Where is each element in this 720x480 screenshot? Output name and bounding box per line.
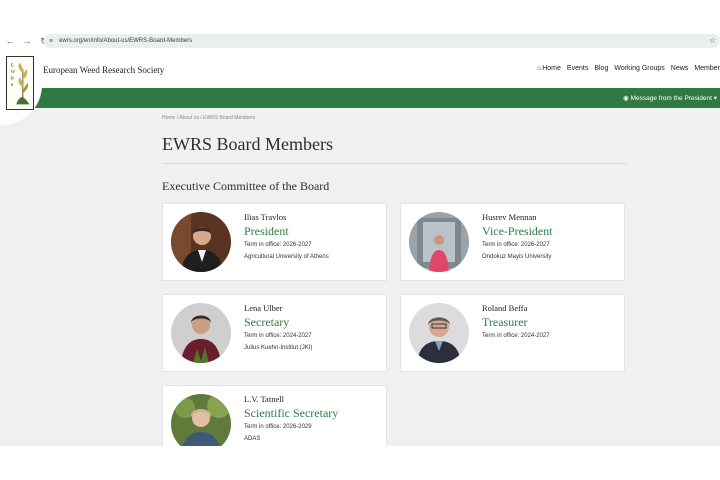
- site-settings-icon[interactable]: ≡: [49, 38, 53, 45]
- page-title: EWRS Board Members: [162, 134, 333, 154]
- member-role: Scientific Secretary: [244, 406, 339, 420]
- member-card[interactable]: Roland Beffa Treasurer Term in office: 2…: [400, 294, 625, 372]
- main-content: Home / About us / EWRS Board Members EWR…: [0, 108, 720, 446]
- nav-item-member[interactable]: Member: [694, 65, 720, 72]
- member-name: Husrev Mennan: [482, 212, 537, 222]
- ewrs-logo[interactable]: E W R S: [6, 56, 34, 110]
- member-card[interactable]: Ilias Travlos President Term in office: …: [162, 203, 387, 281]
- president-message-link[interactable]: ◉ Message from the President ▾: [623, 94, 717, 102]
- member-term: Term in office: 2026-2027: [244, 242, 312, 248]
- member-photo: [171, 212, 231, 272]
- member-name: Ilias Travlos: [244, 212, 287, 222]
- nav-item-working-groups[interactable]: Working Groups: [614, 65, 664, 72]
- caret-down-icon: ▾: [713, 95, 717, 102]
- member-role: Treasurer: [482, 315, 528, 329]
- logo-letter: E: [11, 63, 14, 68]
- member-photo: [171, 303, 231, 363]
- logo-graphic: E W R S: [11, 62, 30, 105]
- browser-toolbar: ← → ↻ ≡ ewrs.org/en/info/About-us/EWRS-B…: [0, 32, 720, 50]
- member-role: President: [244, 224, 289, 238]
- member-term: Term in office: 2024-2027: [482, 333, 550, 339]
- logo-letter: W: [11, 70, 16, 75]
- nav-item-news[interactable]: News: [671, 65, 689, 72]
- member-role: Vice-President: [482, 224, 553, 238]
- member-organization: ADAS: [244, 436, 261, 442]
- member-card[interactable]: Husrev Mennan Vice-President Term in off…: [400, 203, 625, 281]
- green-subnav-bar: ◉ Message from the President ▾: [0, 88, 720, 108]
- nav-item-blog[interactable]: Blog: [594, 65, 608, 72]
- bottom-margin: [0, 446, 720, 480]
- top-margin: [0, 0, 720, 32]
- breadcrumb-home[interactable]: Home: [162, 115, 175, 121]
- member-name: Roland Beffa: [482, 303, 528, 313]
- member-name: Lena Ulber: [244, 303, 283, 313]
- member-name: L.V. Tatnell: [244, 394, 284, 404]
- main-navigation: ⌂Home Events Blog Working Groups News Me…: [537, 65, 720, 72]
- nav-item-events[interactable]: Events: [567, 65, 588, 72]
- home-icon: ⌂: [537, 65, 542, 72]
- member-term: Term in office: 2026-2027: [482, 242, 550, 248]
- site-title[interactable]: European Weed Research Society: [43, 65, 164, 75]
- nav-label: Home: [542, 65, 561, 72]
- member-card[interactable]: L.V. Tatnell Scientific Secretary Term i…: [162, 385, 387, 446]
- breadcrumb-about-us[interactable]: About us: [179, 115, 199, 121]
- member-photo: [409, 212, 469, 272]
- address-bar[interactable]: ≡ ewrs.org/en/info/About-us/EWRS-Board-M…: [44, 34, 720, 48]
- member-photo: [171, 394, 231, 446]
- section-title: Executive Committee of the Board: [162, 179, 330, 193]
- member-role: Secretary: [244, 315, 290, 329]
- member-term: Term in office: 2024-2027: [244, 333, 312, 339]
- president-message-label: Message from the President: [630, 95, 712, 102]
- member-organization: Julius Kuehn-Institut (JKI): [244, 345, 313, 351]
- member-organization: Agricultural University of Athens: [244, 254, 329, 260]
- member-term: Term in office: 2026-2029: [244, 424, 312, 430]
- logo-letter: S: [11, 83, 14, 88]
- logo-letter: R: [11, 76, 15, 81]
- star-icon[interactable]: ☆: [709, 36, 716, 45]
- nav-item-home[interactable]: ⌂Home: [537, 65, 561, 72]
- url-text: ewrs.org/en/info/About-us/EWRS-Board-Mem…: [59, 38, 193, 44]
- breadcrumb: Home / About us / EWRS Board Members: [162, 115, 255, 121]
- chat-icon: ◉: [623, 95, 629, 102]
- member-photo: [409, 303, 469, 363]
- member-card[interactable]: Lena Ulber Secretary Term in office: 202…: [162, 294, 387, 372]
- breadcrumb-current: EWRS Board Members: [203, 115, 256, 121]
- member-organization: Ondokuz Mayis University: [482, 254, 552, 260]
- divider: [162, 163, 626, 164]
